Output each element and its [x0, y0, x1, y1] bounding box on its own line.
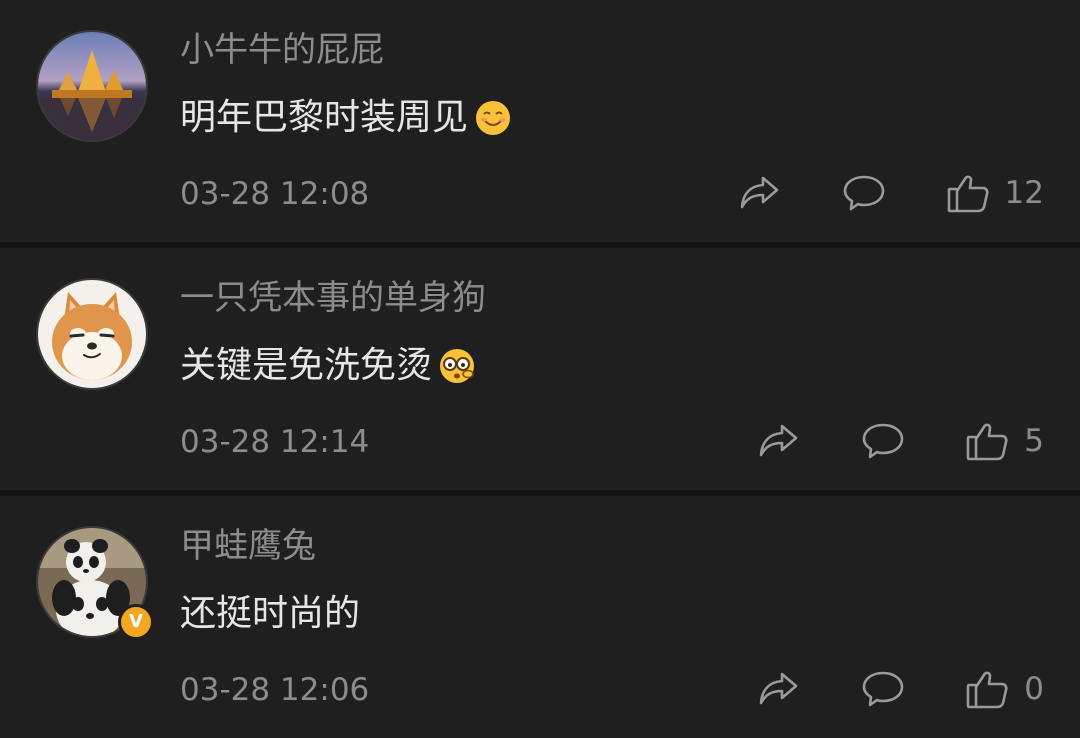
- comment-actions: 5: [756, 416, 1044, 466]
- like-button[interactable]: 0: [964, 666, 1044, 712]
- username[interactable]: 小牛牛的屁屁: [180, 28, 384, 72]
- share-icon[interactable]: [756, 666, 802, 712]
- like-button[interactable]: 5: [964, 418, 1044, 464]
- like-button[interactable]: 12: [945, 170, 1044, 216]
- comment-item: 小牛牛的屁屁 明年巴黎时装周见 03-28 12:08 12: [0, 0, 1080, 242]
- comment-item: 一只凭本事的单身狗 关键是免洗免烫 03-28 12:14 5: [0, 248, 1080, 490]
- avatar[interactable]: [36, 30, 148, 142]
- comment-text: 明年巴黎时装周见: [180, 97, 469, 138]
- share-icon[interactable]: [756, 418, 802, 464]
- comment-icon[interactable]: [860, 418, 906, 464]
- timestamp: 03-28 12:14: [180, 424, 370, 460]
- username[interactable]: 一只凭本事的单身狗: [180, 276, 486, 320]
- timestamp: 03-28 12:06: [180, 672, 370, 708]
- like-count: 5: [1024, 423, 1044, 459]
- comment-icon[interactable]: [860, 666, 906, 712]
- avatar[interactable]: [36, 278, 148, 390]
- smile-emoji-icon: [474, 99, 512, 137]
- comment-text-row: 还挺时尚的: [180, 590, 360, 638]
- shocked-glasses-emoji-icon: [438, 347, 476, 385]
- timestamp: 03-28 12:08: [180, 176, 370, 212]
- thumbs-up-icon[interactable]: [964, 666, 1010, 712]
- like-count: 0: [1024, 671, 1044, 707]
- username[interactable]: 甲蛙鹰兔: [180, 524, 316, 568]
- thumbs-up-icon[interactable]: [964, 418, 1010, 464]
- comment-item: V 甲蛙鹰兔 还挺时尚的 03-28 12:06 0: [0, 496, 1080, 738]
- verified-badge: V: [118, 604, 154, 640]
- comment-icon[interactable]: [841, 170, 887, 216]
- comment-actions: 12: [737, 168, 1044, 218]
- comment-text: 关键是免洗免烫: [180, 345, 433, 386]
- like-count: 12: [1004, 175, 1044, 211]
- share-icon[interactable]: [737, 170, 783, 216]
- thumbs-up-icon[interactable]: [945, 170, 991, 216]
- comment-actions: 0: [756, 664, 1044, 714]
- comment-text: 还挺时尚的: [180, 593, 361, 634]
- comment-text-row: 关键是免洗免烫: [180, 342, 476, 390]
- comment-list: 小牛牛的屁屁 明年巴黎时装周见 03-28 12:08 12 一只凭本事的单身狗…: [0, 0, 1080, 738]
- comment-text-row: 明年巴黎时装周见: [180, 94, 512, 142]
